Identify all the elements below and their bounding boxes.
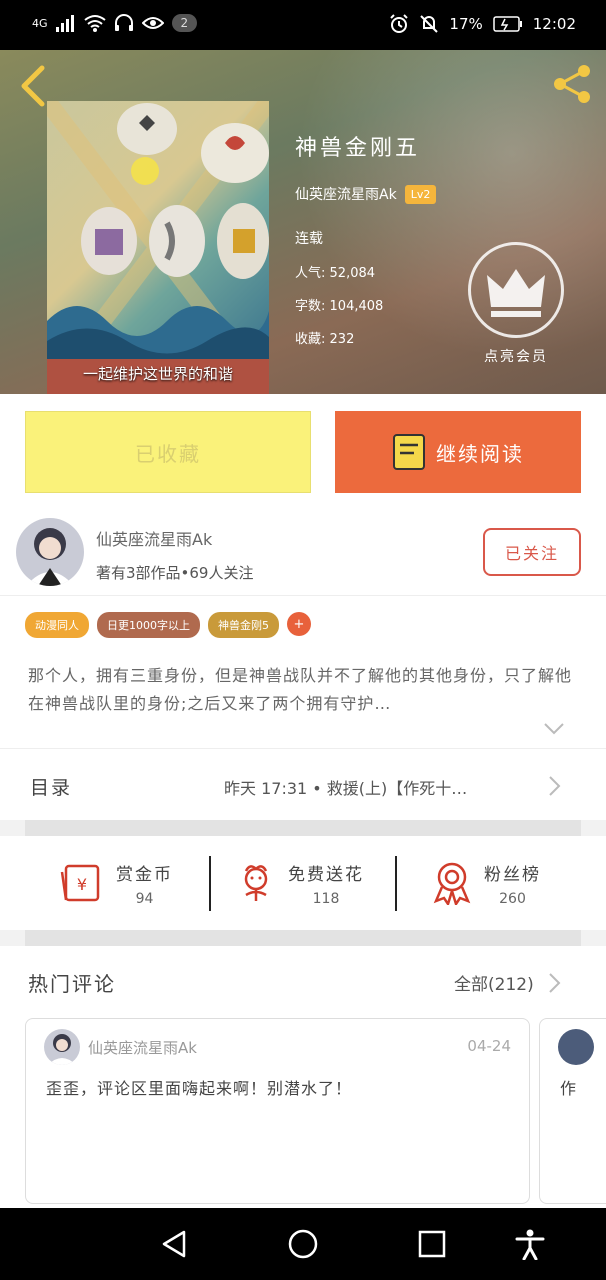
- back-icon[interactable]: [16, 64, 50, 108]
- battery-icon: [493, 16, 522, 32]
- favorites-stat: 收藏: 232: [295, 332, 355, 347]
- flower-count: 118: [312, 890, 340, 907]
- tag-item[interactable]: 动漫同人: [25, 612, 89, 638]
- author-level-badge: Lv2: [404, 184, 437, 204]
- battery-percent: 17%: [449, 15, 483, 33]
- comment-text: 歪歪，评论区里面嗨起来啊！别潜水了！: [46, 1079, 353, 1098]
- action-buttons: 已收藏 继续阅读: [0, 394, 606, 510]
- author-name[interactable]: 仙英座流星雨Ak: [96, 526, 212, 550]
- book-author-row: 仙英座流星雨Ak Lv2: [295, 184, 437, 204]
- book-intro[interactable]: 那个人，拥有三重身份，但是神兽战队并不了解他的其他身份，只了解他在神兽战队里的身…: [28, 662, 580, 718]
- serial-status: 连载: [295, 231, 323, 247]
- collected-button[interactable]: 已收藏: [25, 411, 311, 493]
- comment-text: 作: [560, 1079, 577, 1098]
- cover-illustration: [47, 101, 269, 394]
- expand-chevron-icon[interactable]: [543, 722, 565, 736]
- coin-label: 赏金币: [116, 864, 173, 885]
- commenter-avatar[interactable]: [44, 1029, 80, 1065]
- divider: [209, 856, 211, 911]
- book-info: 神兽金刚五 仙英座流星雨Ak Lv2 连载 人气: 52,084 字数: 104…: [295, 130, 437, 347]
- notification-count-badge: 2: [171, 14, 198, 32]
- all-comments-link[interactable]: 全部(212): [454, 970, 534, 995]
- divider: [25, 930, 581, 946]
- reward-stats: ¥ 赏金币 94 免费送花 118 粉丝榜 260: [0, 836, 606, 930]
- vip-button[interactable]: [468, 242, 564, 338]
- mute-icon: [420, 15, 439, 33]
- signal-icon: [55, 15, 74, 32]
- continue-reading-button[interactable]: 继续阅读: [335, 411, 581, 493]
- book-author[interactable]: 仙英座流星雨Ak: [295, 184, 397, 204]
- commenter-name[interactable]: 仙英座流星雨Ak: [88, 1037, 197, 1058]
- fan-ranking-button[interactable]: 粉丝榜 260: [432, 836, 541, 930]
- cover-caption: 一起维护这世界的和谐: [82, 365, 233, 383]
- divider: [25, 820, 581, 836]
- coin-icon: ¥: [60, 864, 100, 902]
- author-avatar[interactable]: [16, 518, 84, 586]
- catalog-label: 目录: [30, 777, 73, 799]
- hot-comments: 热门评论 全部(212) 仙英座流星雨Ak 04-24 歪歪，评论区里面嗨起来啊…: [0, 946, 606, 1208]
- status-bar: 4G 2 17% 12:02: [0, 0, 606, 50]
- clock: 12:02: [532, 15, 576, 33]
- nav-recents-icon[interactable]: [416, 1228, 448, 1260]
- crown-icon: [487, 269, 545, 317]
- svg-text:¥: ¥: [77, 875, 87, 894]
- flower-reward-button[interactable]: 免费送花 118: [236, 836, 364, 930]
- accessibility-icon[interactable]: [514, 1228, 546, 1260]
- vip-label: 点亮会员: [484, 349, 548, 365]
- add-tag-button[interactable]: +: [287, 612, 311, 636]
- tag-item[interactable]: 日更1000字以上: [97, 612, 200, 638]
- book-header: 一起维护这世界的和谐 神兽金刚五 仙英座流星雨Ak Lv2 连载 人气: 52,…: [0, 50, 606, 394]
- author-meta: 著有3部作品•69人关注: [96, 564, 254, 582]
- nav-back-icon[interactable]: [158, 1228, 190, 1260]
- wifi-icon: [83, 15, 106, 32]
- word-count-stat: 字数: 104,408: [295, 299, 384, 314]
- system-nav-bar: [0, 1208, 606, 1280]
- chevron-right-icon[interactable]: [548, 972, 562, 994]
- ribbon-icon: [433, 862, 471, 905]
- book-cover[interactable]: 一起维护这世界的和谐: [47, 101, 269, 394]
- tag-item[interactable]: 神兽金刚5: [208, 612, 279, 638]
- comment-card[interactable]: 作: [539, 1018, 606, 1204]
- flower-icon: [244, 865, 268, 901]
- commenter-avatar[interactable]: [558, 1029, 594, 1065]
- author-card: 仙英座流星雨Ak 著有3部作品•69人关注 已关注: [0, 510, 606, 596]
- book-icon: [393, 434, 425, 470]
- flower-label: 免费送花: [288, 864, 364, 885]
- follow-button[interactable]: 已关注: [483, 528, 581, 576]
- eye-icon: [141, 17, 164, 29]
- fan-ranking-label: 粉丝榜: [484, 864, 541, 885]
- share-icon[interactable]: [550, 62, 594, 106]
- alarm-icon: [390, 14, 409, 33]
- divider: [395, 856, 397, 911]
- fan-ranking-count: 260: [499, 890, 526, 907]
- nav-home-icon[interactable]: [287, 1228, 319, 1260]
- comment-date: 04-24: [467, 1037, 511, 1055]
- comment-card[interactable]: 仙英座流星雨Ak 04-24 歪歪，评论区里面嗨起来啊！别潜水了！: [25, 1018, 530, 1204]
- chevron-right-icon: [549, 776, 561, 796]
- network-label: 4G: [32, 16, 48, 30]
- popularity-stat: 人气: 52,084: [295, 266, 376, 281]
- continue-reading-label: 继续阅读: [436, 441, 524, 466]
- catalog-row[interactable]: 目录 昨天 17:31 • 救援(上)【作死十…: [0, 748, 606, 820]
- book-title: 神兽金刚五: [295, 136, 421, 161]
- headphones-icon: [114, 14, 133, 31]
- coin-count: 94: [135, 890, 154, 907]
- coin-reward-button[interactable]: ¥ 赏金币 94: [58, 836, 173, 930]
- latest-chapter: 昨天 17:31 • 救援(上)【作死十…: [224, 779, 468, 798]
- comments-title: 热门评论: [28, 972, 116, 996]
- tag-list: 动漫同人 日更1000字以上 神兽金刚5 +: [25, 612, 311, 638]
